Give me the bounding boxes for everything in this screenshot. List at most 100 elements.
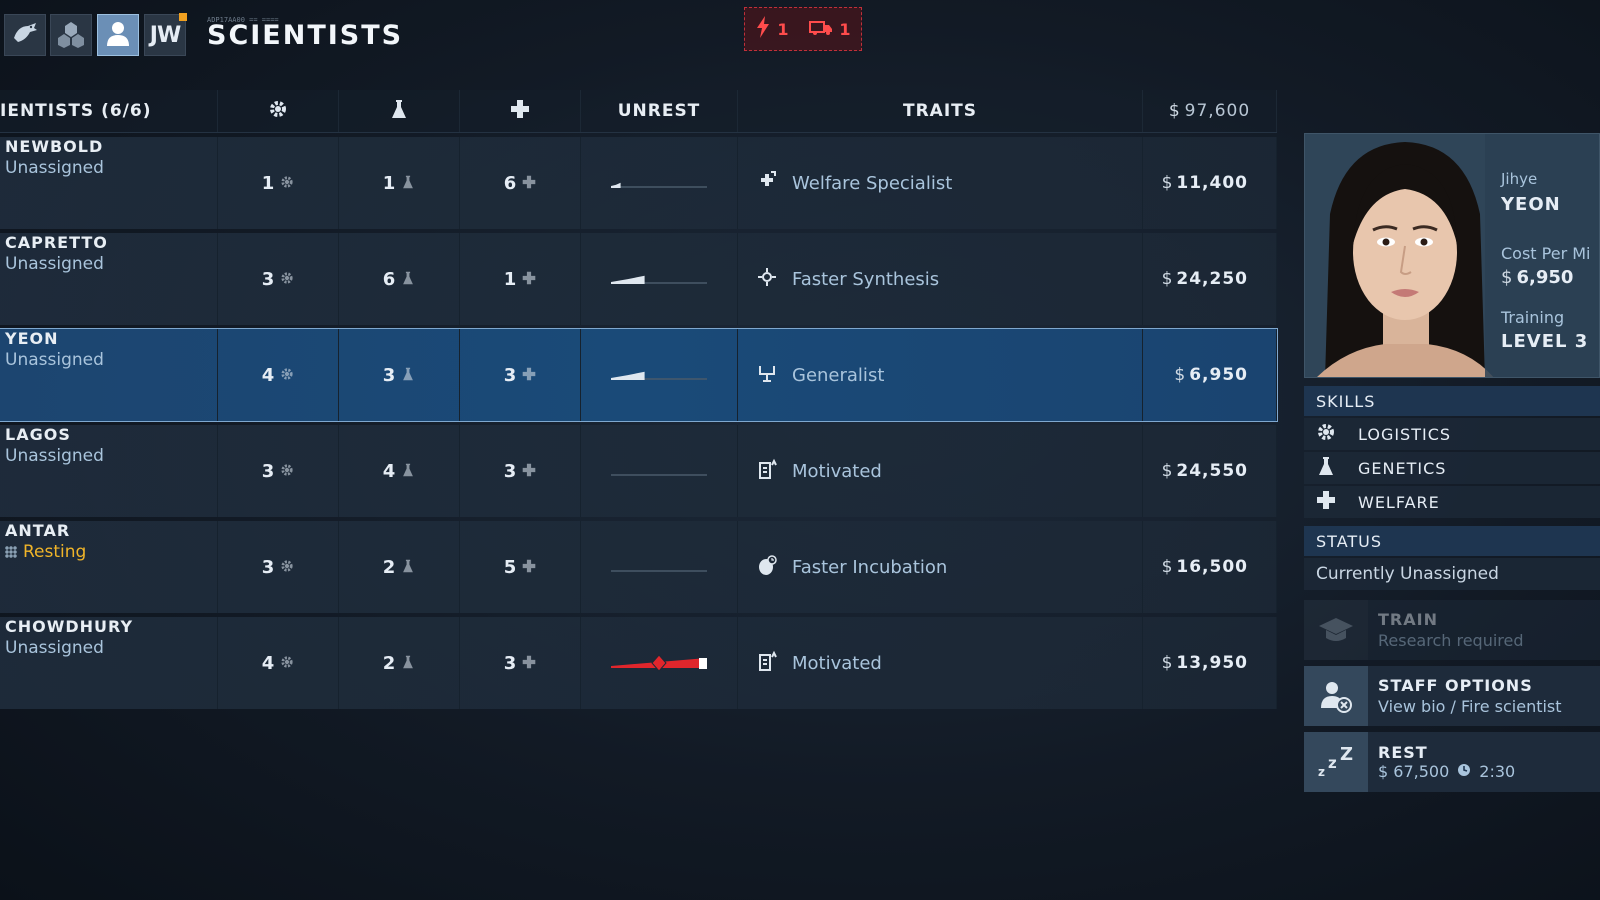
transport-alert[interactable]: 1 <box>809 18 851 40</box>
alert-box[interactable]: 1 1 <box>744 7 862 51</box>
trait-label: Faster Incubation <box>792 556 948 578</box>
currency-symbol: $ <box>1378 762 1389 781</box>
power-alert[interactable]: 1 <box>755 16 789 42</box>
header-genetics[interactable] <box>339 90 460 132</box>
staff-options-subtitle: View bio / Fire scientist <box>1378 697 1562 716</box>
currency-symbol: $ <box>1501 267 1513 288</box>
header-total-cost: $ 97,600 <box>1143 90 1277 132</box>
trait-cell: Motivated <box>738 617 1143 709</box>
unrest-max-marker <box>699 658 707 669</box>
cost-cell: $ 16,500 <box>1143 521 1277 613</box>
table-row[interactable]: NEWBOLD Unassigned 1 1 6 Welfare Special… <box>0 137 1277 229</box>
unrest-fill <box>611 371 645 380</box>
unrest-fill <box>611 275 645 284</box>
cost-cell: $ 13,950 <box>1143 617 1277 709</box>
flask-icon <box>390 99 408 124</box>
currency-symbol: $ <box>1161 557 1173 577</box>
table-row[interactable]: CAPRETTO Unassigned 3 6 1 Faster Synthes… <box>0 233 1277 325</box>
logistics-cell: 3 <box>218 521 339 613</box>
tab-scientists[interactable] <box>97 14 139 56</box>
scientist-status: Unassigned <box>5 350 104 370</box>
scientist-name: NEWBOLD <box>5 137 104 156</box>
welfare-cell: 1 <box>460 233 581 325</box>
gear-icon <box>280 365 294 386</box>
tab-jw[interactable]: JW <box>144 13 187 56</box>
person-icon <box>103 18 133 52</box>
unrest-cell <box>581 521 738 613</box>
skill-genetics: GENETICS <box>1304 452 1600 484</box>
motivated-icon <box>756 650 778 676</box>
welfare-value: 5 <box>503 556 517 578</box>
scientist-name: ANTAR <box>5 521 71 540</box>
cost-cell: $ 11,400 <box>1143 137 1277 229</box>
rest-cost-value: 67,500 <box>1393 762 1450 781</box>
scientist-name: YEON <box>5 329 59 348</box>
header-traits[interactable]: TRAITS <box>738 90 1143 132</box>
unrest-cell <box>581 617 738 709</box>
motivated-icon <box>756 458 778 484</box>
scientist-last-name: YEON <box>1501 194 1561 215</box>
tab-dinosaurs[interactable] <box>4 14 46 56</box>
welfare-value: 3 <box>503 364 517 386</box>
table-row[interactable]: ANTAR Resting 3 2 5 Faster Incubation $ … <box>0 521 1277 613</box>
logistics-value: 4 <box>261 652 275 674</box>
molecule-icon <box>56 18 86 52</box>
status-label: Resting <box>23 542 87 562</box>
total-cost: 97,600 <box>1184 101 1251 121</box>
cross-icon <box>522 269 536 290</box>
cross-icon <box>1316 490 1336 514</box>
logistics-value: 3 <box>261 556 275 578</box>
table-row[interactable]: LAGOS Unassigned 3 4 3 Motivated $ 24,55… <box>0 425 1277 517</box>
unrest-meter <box>611 275 707 284</box>
skill-label: WELFARE <box>1358 492 1440 512</box>
genetics-cell: 4 <box>339 425 460 517</box>
scientist-status: Unassigned <box>5 158 104 178</box>
train-button[interactable]: TRAIN Research required <box>1304 600 1600 660</box>
scientists-table: IENTISTS (6/6) UNREST TRAITS $ 97,600 NE… <box>0 90 1278 709</box>
unrest-cell <box>581 137 738 229</box>
table-row[interactable]: CHOWDHURY Unassigned 4 2 3 Motivated $ 1… <box>0 617 1277 709</box>
welfare-cell: 3 <box>460 425 581 517</box>
currency-symbol: $ <box>1161 173 1173 193</box>
jw-logo: JW <box>149 22 181 48</box>
person-remove-icon <box>1304 666 1368 726</box>
grid-icon <box>5 546 17 558</box>
staff-options-button[interactable]: STAFF OPTIONS View bio / Fire scientist <box>1304 666 1600 726</box>
genetics-cell: 2 <box>339 617 460 709</box>
svg-text:z: z <box>1318 765 1325 779</box>
notification-dot <box>179 13 187 21</box>
power-alert-count: 1 <box>777 19 789 39</box>
cost-value: 16,500 <box>1176 557 1248 577</box>
currency-symbol: $ <box>1161 653 1173 673</box>
cost-value: 24,550 <box>1176 461 1248 481</box>
genetics-value: 4 <box>382 460 396 482</box>
unrest-cell <box>581 425 738 517</box>
genetics-value: 2 <box>382 652 396 674</box>
header-unrest[interactable]: UNREST <box>581 90 738 132</box>
logistics-cell: 1 <box>218 137 339 229</box>
rest-cost: $ 67,500 <box>1378 762 1449 781</box>
genetics-cell: 1 <box>339 137 460 229</box>
training-level: LEVEL 3 <box>1501 331 1589 352</box>
cross-icon <box>522 365 536 386</box>
tab-genetics[interactable] <box>50 14 92 56</box>
table-row[interactable]: YEON Unassigned 4 3 3 Generalist $ 6,950 <box>0 328 1278 422</box>
welfare-value: 3 <box>503 460 517 482</box>
genetics-value: 2 <box>382 556 396 578</box>
currency-symbol: $ <box>1168 101 1181 121</box>
trait-cell: Welfare Specialist <box>738 137 1143 229</box>
cost-value: 6,950 <box>1516 267 1574 288</box>
gear-icon <box>268 99 288 124</box>
scientist-name: CHOWDHURY <box>5 617 134 636</box>
rest-button[interactable]: zzZ REST $ 67,500 2:30 <box>1304 732 1600 792</box>
svg-text:Z: Z <box>1340 744 1353 765</box>
svg-text:z: z <box>1328 754 1337 772</box>
gear-icon <box>1316 422 1336 446</box>
scientist-status: Resting <box>5 542 86 562</box>
header-scientists[interactable]: IENTISTS (6/6) <box>0 90 218 132</box>
gear-icon <box>280 653 294 674</box>
header-logistics[interactable] <box>218 90 339 132</box>
top-bar: JW ADP17AA00 == ==== SCIENTISTS 1 1 <box>0 0 1600 72</box>
synthesis-icon <box>756 266 778 292</box>
header-welfare[interactable] <box>460 90 581 132</box>
